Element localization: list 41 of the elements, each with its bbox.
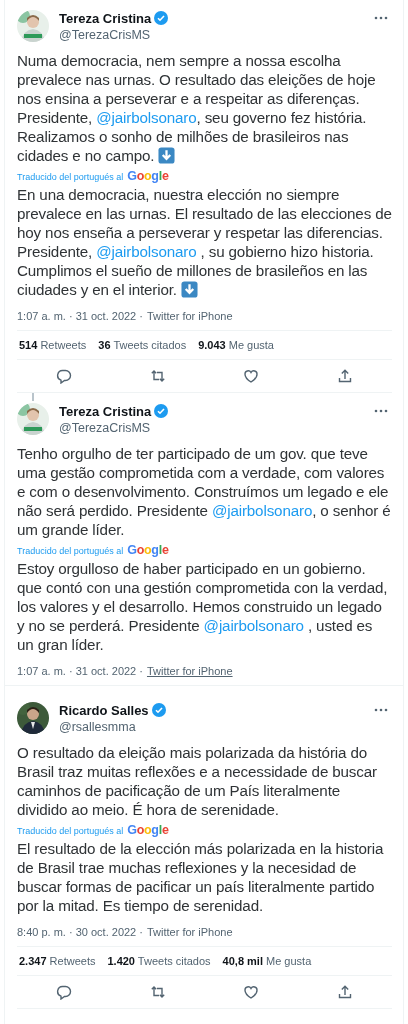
reply-icon[interactable]: [55, 368, 72, 384]
translation-note: Traducido del portugués al: [17, 826, 124, 836]
heart-icon[interactable]: [243, 368, 260, 384]
google-logo: Google: [127, 169, 169, 183]
tweet-text: Numa democracia, nem sempre a nossa escolha prevalece nas urnas. O resultado das eleições de hoje nos ensina a perseverar e a respeitar as diferenças. Presidente, @jairbolsonaro, seu governo fez história. Realizamos o sonho de milhões de brasileiros nas cidades e no campo.: [17, 51, 377, 165]
timestamp[interactable]: 1:07 a. m. · 31 oct. 2022 ·: [17, 310, 143, 322]
reply-icon[interactable]: [55, 984, 72, 1000]
author-handle[interactable]: @TerezaCrisMS: [59, 27, 364, 42]
stat-link[interactable]: 2.347 Retweets: [19, 955, 96, 967]
stat-link[interactable]: 1.420 Tweets citados: [107, 955, 211, 967]
tweet-text: O resultado da eleição mais polarizada da história do Brasil traz muitas reflexões e a necessidade de buscar caminhos de pacificação de um País literalmente dividido ao meio. É hora de serenidade.: [17, 743, 378, 819]
source-link[interactable]: Twitter for iPhone: [146, 926, 233, 938]
author-name[interactable]: Ricardo Salles: [59, 702, 149, 718]
source-link[interactable]: Twitter for iPhone: [146, 310, 233, 322]
stat-link[interactable]: 40,8 mil Me gusta: [222, 955, 312, 967]
share-icon[interactable]: [337, 368, 354, 384]
tweet-text: Tenho orgulho de ter participado de um gov. que teve uma gestão comprometida com a verdade, com valores e com o desenvolvimento. Construímos um legado e ele não será perdido. Presidente @jairbolsonaro, o senhor é um grande líder.: [17, 444, 392, 539]
retweet-icon[interactable]: [149, 984, 166, 1000]
retweet-icon[interactable]: [149, 368, 166, 384]
more-icon[interactable]: [374, 409, 388, 413]
more-icon[interactable]: [374, 16, 388, 20]
share-icon[interactable]: [337, 984, 354, 1000]
translation-note: Traducido del portugués al: [17, 546, 124, 556]
google-logo: Google: [127, 823, 169, 837]
timestamp[interactable]: 8:40 p. m. · 30 oct. 2022 ·: [17, 926, 143, 938]
tweet-text: Estoy orgulloso de haber participado en un gobierno. que contó con una gestión comprometida con la verdad, los valores y el desarrollo. Hemos construido un legado y no se perderá. Presidente @jairbolsonaro , usted es un gran líder.: [17, 559, 389, 654]
author-handle[interactable]: @rsallesmma: [59, 719, 364, 734]
more-icon[interactable]: [374, 708, 388, 712]
google-logo: Google: [127, 543, 169, 557]
author-handle[interactable]: @TerezaCrisMS: [59, 420, 364, 435]
stat-link[interactable]: 36 Tweets citados: [98, 339, 187, 351]
timestamp[interactable]: 1:07 a. m. · 31 oct. 2022 ·: [17, 665, 143, 677]
author-name[interactable]: Tereza Cristina: [59, 403, 152, 419]
stat-link[interactable]: 514 Retweets: [19, 339, 87, 351]
stat-link[interactable]: 9.043 Me gusta: [198, 339, 274, 351]
translation-note: Traducido del portugués al: [17, 172, 124, 182]
source-link[interactable]: Twitter for iPhone: [146, 665, 233, 677]
author-name[interactable]: Tereza Cristina: [59, 10, 152, 26]
tweet-text: En una democracia, nuestra elección no siempre prevalece en las urnas. El resultado de las elecciones de hoy nos enseña a perseverar y respetar las diferencias. Presidente, @jairbolsonaro , su gobierno hizo historia. Cumplimos el sueño de millones de brasileños en las ciudades y en el interior.: [17, 185, 392, 299]
heart-icon[interactable]: [243, 984, 260, 1000]
tweet-text: El resultado de la elección más polarizada en la historia de Brasil trae muchas reflexiones y la necesidad de buscar formas de pacificar un país literalmente partido por la mitad. Es tiempo de serenidad.: [17, 839, 385, 915]
